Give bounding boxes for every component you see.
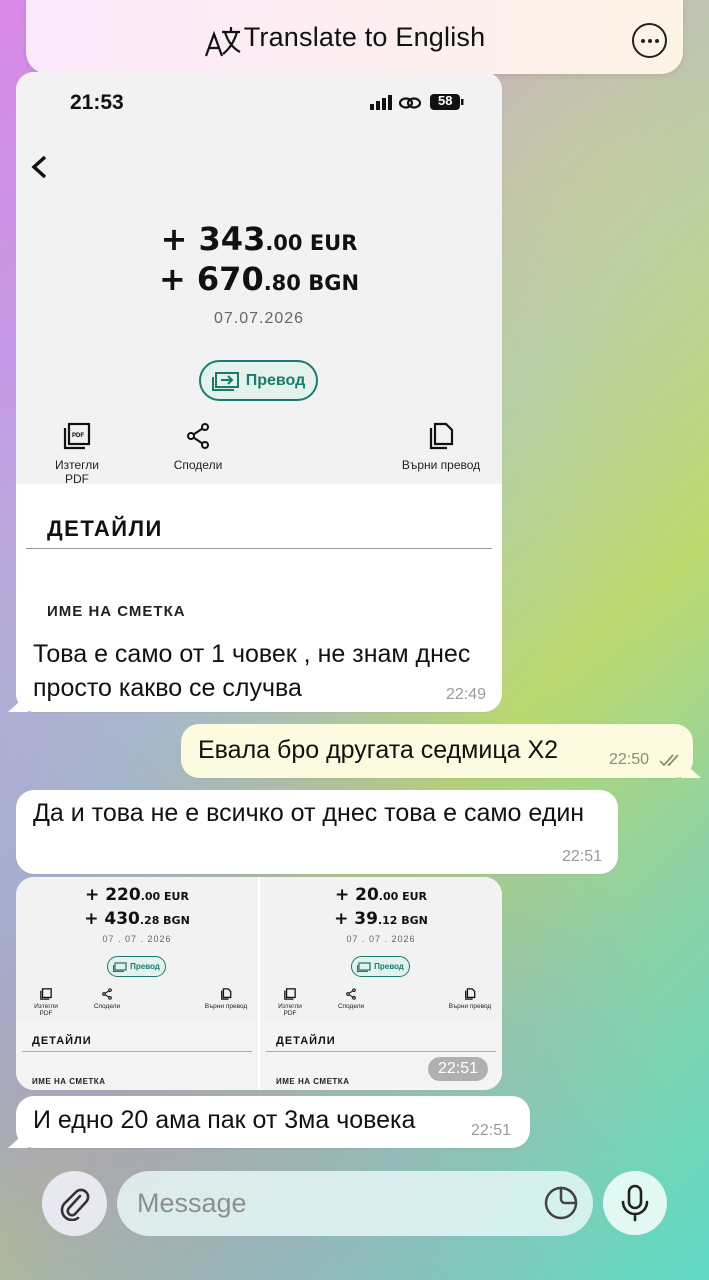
back-chevron-icon[interactable] <box>30 154 48 180</box>
message-bubble-incoming[interactable]: И едно 20 ама пак от 3ма човека 22:51 <box>8 1096 530 1148</box>
share-action: Сподели <box>336 988 366 1010</box>
amount-eur-int: + 20 <box>334 885 379 905</box>
amount-bgn-dec: .80 BGN <box>263 271 360 295</box>
transfer-badge: Превод <box>351 956 410 977</box>
attached-screenshot-a[interactable]: + 220.00 EUR + 430.28 BGN 07 . 07 . 2026… <box>16 877 258 1090</box>
message-text: Това е само от 1 човек , не знам днес пр… <box>33 640 471 702</box>
paperclip-icon <box>60 1188 89 1221</box>
transfer-icon <box>211 371 239 391</box>
pdf-action-label: Изтегли PDF <box>278 1003 302 1017</box>
attach-button[interactable] <box>42 1171 107 1236</box>
microphone-button[interactable] <box>603 1171 667 1235</box>
message-time: 22:49 <box>445 686 486 703</box>
download-pdf-action: Изтегли PDF <box>272 988 308 1017</box>
message-field[interactable] <box>117 1171 593 1236</box>
account-name-label: ИМЕ НА СМЕТКА <box>47 603 186 620</box>
account-name-label: ИМЕ НА СМЕТКА <box>276 1077 350 1086</box>
copy-icon <box>465 988 476 1000</box>
pdf-icon: PDF <box>63 422 91 450</box>
message-input[interactable] <box>137 1188 517 1219</box>
download-pdf-action: Изтегли PDF <box>28 988 64 1017</box>
transfer-badge: Превод <box>107 956 166 977</box>
divider <box>22 1051 252 1052</box>
share-icon <box>187 423 209 449</box>
transfer-icon <box>113 961 127 972</box>
pdf-icon <box>284 988 296 1000</box>
transaction-date: 07 . 07 . 2026 <box>102 934 172 944</box>
message-bubble-outgoing[interactable]: Евала бро другата седмица Х2 22:50 <box>181 724 701 778</box>
transaction-date: 07 . 07 . 2026 <box>346 934 416 944</box>
return-action-label: Върни превод <box>401 458 481 472</box>
return-transfer-action: Върни превод <box>448 988 492 1010</box>
copy-icon <box>429 422 454 450</box>
details-title: ДЕТАЙЛИ <box>47 516 163 541</box>
share-action-label: Сподели <box>93 1003 121 1010</box>
translate-label[interactable]: Translate to English <box>244 22 486 53</box>
amount-bgn-dec: .28 BGN <box>139 914 190 927</box>
transfer-badge: Превод <box>199 360 318 401</box>
return-action-label: Върни превод <box>204 1003 248 1010</box>
amount-bgn-int: + 430 <box>84 909 140 929</box>
attached-screenshot[interactable]: 21:53 58 + 343.00 EUR + 670.80 BGN 07.07… <box>16 72 502 628</box>
pdf-action-label: Изтегли PDF <box>55 458 99 486</box>
details-title: ДЕТАЙЛИ <box>32 1035 92 1047</box>
message-text: Евала бро другата седмица Х2 <box>198 736 559 764</box>
amount-bgn-int: + 39 <box>334 909 378 929</box>
transaction-date: 07.07.2026 <box>213 310 305 327</box>
amount-eur-dec: .00 EUR <box>140 890 189 903</box>
sticker-icon[interactable] <box>543 1185 579 1221</box>
message-time: 22:50 <box>609 751 650 768</box>
copy-icon <box>221 988 232 1000</box>
message-time: 22:51 <box>471 1122 512 1139</box>
amount-eur-int: + 220 <box>85 885 141 905</box>
pdf-icon <box>40 988 52 1000</box>
pdf-action-label: Изтегли PDF <box>34 1003 58 1017</box>
message-text: Да и това не е всичко от днес това е сам… <box>33 799 585 827</box>
svg-text:PDF: PDF <box>72 433 84 439</box>
message-text: И едно 20 ама пак от 3ма човека <box>33 1106 416 1134</box>
message-time: 22:51 <box>427 1057 488 1081</box>
share-icon <box>346 988 356 1000</box>
message-bubble-incoming[interactable]: Да и това не е всичко от днес това е сам… <box>16 790 618 874</box>
share-action[interactable]: Сподели <box>167 422 229 472</box>
return-action-label: Върни превод <box>448 1003 492 1010</box>
photo-album-bubble[interactable]: + 220.00 EUR + 430.28 BGN 07 . 07 . 2026… <box>16 877 502 1090</box>
read-checkmarks-icon <box>659 754 679 767</box>
share-action: Сподели <box>92 988 122 1010</box>
divider <box>26 548 492 549</box>
download-pdf-action[interactable]: PDF Изтегли PDF <box>42 422 112 486</box>
return-transfer-action: Върни превод <box>204 988 248 1010</box>
transfer-label: Превод <box>245 371 306 389</box>
amount-eur-int: + 343 <box>160 220 266 258</box>
details-title: ДЕТАЙЛИ <box>276 1035 336 1047</box>
message-time: 22:51 <box>561 848 602 865</box>
divider <box>266 1051 496 1052</box>
translate-icon <box>204 27 241 57</box>
amount-bgn-dec: .12 BGN <box>377 914 428 927</box>
share-action-label: Сподели <box>337 1003 365 1010</box>
amount-bgn-int: + 670 <box>158 260 264 298</box>
amount-eur-dec: .00 EUR <box>265 231 358 255</box>
transfer-label: Превод <box>130 962 160 971</box>
status-time: 21:53 <box>70 91 124 114</box>
status-icons <box>370 94 464 110</box>
transfer-icon <box>357 961 371 972</box>
transfer-label: Превод <box>374 962 404 971</box>
return-transfer-action[interactable]: Върни превод <box>401 422 481 472</box>
share-icon <box>102 988 112 1000</box>
more-options-button[interactable] <box>632 23 667 58</box>
share-action-label: Сподели <box>173 458 223 472</box>
battery-level: 58 <box>438 93 453 108</box>
microphone-icon <box>621 1184 649 1222</box>
amount-eur-dec: .00 EUR <box>378 890 428 903</box>
translate-bar[interactable]: Translate to English <box>26 0 683 74</box>
account-name-label: ИМЕ НА СМЕТКА <box>32 1077 106 1086</box>
